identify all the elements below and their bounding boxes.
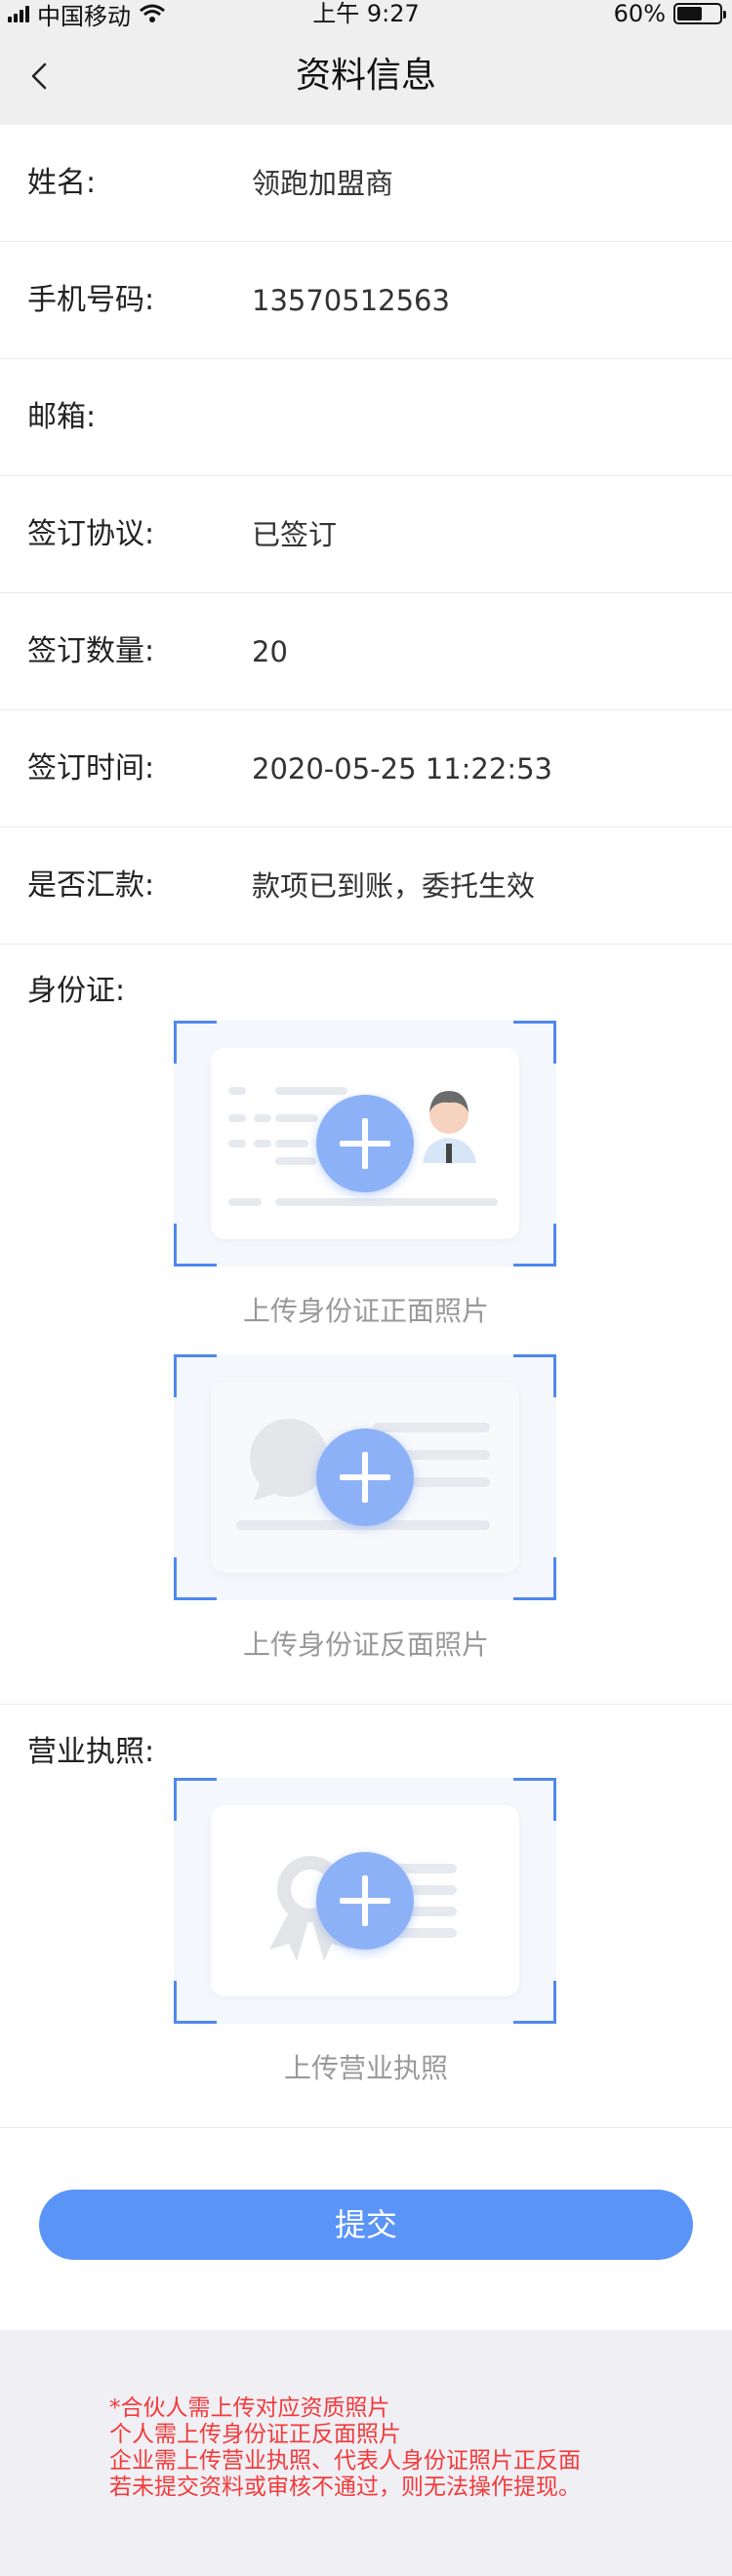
- upload-notes: *合伙人需上传对应资质照片 个人需上传身份证正反面照片 企业需上传营业执照、代表…: [109, 2395, 695, 2501]
- field-label: 签订协议:: [27, 517, 155, 551]
- field-row-name: 姓名: 领跑加盟商: [0, 125, 732, 242]
- field-label: 签订时间:: [27, 751, 155, 785]
- field-value: 款项已到账，委托生效: [252, 869, 536, 903]
- section-divider: [0, 1704, 732, 1705]
- license-caption: 上传营业执照: [283, 2052, 448, 2084]
- field-row-sign-time: 签订时间: 2020-05-25 11:22:53: [0, 710, 732, 827]
- id-card-label: 身份证:: [27, 974, 126, 1008]
- field-row-agreement: 签订协议: 已签订: [0, 476, 732, 593]
- plus-icon: [316, 1095, 414, 1192]
- id-back-upload[interactable]: [174, 1354, 556, 1600]
- field-value: 2020-05-25 11:22:53: [252, 752, 552, 785]
- status-right: 60%: [613, 0, 726, 27]
- note-line: 企业需上传营业执照、代表人身份证照片正反面: [109, 2448, 581, 2474]
- field-row-email: 邮箱:: [0, 359, 732, 476]
- field-label: 姓名:: [27, 166, 97, 200]
- field-value: 领跑加盟商: [252, 167, 394, 200]
- license-label: 营业执照:: [27, 1735, 155, 1769]
- plus-icon: [316, 1852, 414, 1950]
- field-row-phone: 手机号码: 13570512563: [0, 242, 732, 359]
- battery-level: [677, 7, 702, 20]
- field-label: 邮箱:: [27, 400, 97, 434]
- battery-percent: 60%: [613, 0, 666, 27]
- field-row-quantity: 签订数量: 20: [0, 593, 732, 710]
- field-value: 已签订: [252, 518, 338, 551]
- battery-icon: [673, 3, 726, 24]
- page-title: 资料信息: [295, 56, 436, 96]
- note-line: 个人需上传身份证正反面照片: [109, 2422, 401, 2447]
- note-line: *合伙人需上传对应资质照片: [109, 2395, 390, 2421]
- id-front-caption: 上传身份证正面照片: [242, 1295, 489, 1327]
- field-value: 13570512563: [252, 284, 450, 317]
- id-front-upload[interactable]: [174, 1021, 556, 1267]
- profile-form: 姓名: 领跑加盟商 手机号码: 13570512563 邮箱: 签订协议: 已签…: [0, 125, 732, 2330]
- field-label: 手机号码:: [27, 283, 155, 317]
- field-label: 签订数量:: [27, 634, 155, 668]
- license-upload[interactable]: [174, 1778, 556, 2024]
- field-row-remittance: 是否汇款: 款项已到账，委托生效: [0, 827, 732, 945]
- plus-icon: [316, 1429, 414, 1526]
- status-bar: 中国移动 上午 9:27 60%: [0, 0, 732, 30]
- id-back-caption: 上传身份证反面照片: [242, 1629, 489, 1661]
- nav-bar: 资料信息: [0, 27, 732, 125]
- note-line: 若未提交资料或审核不通过，则无法操作提现。: [109, 2475, 581, 2500]
- section-divider: [0, 2127, 732, 2128]
- field-label: 是否汇款:: [27, 868, 155, 903]
- field-value: 20: [252, 635, 288, 668]
- submit-button[interactable]: 提交: [39, 2190, 693, 2260]
